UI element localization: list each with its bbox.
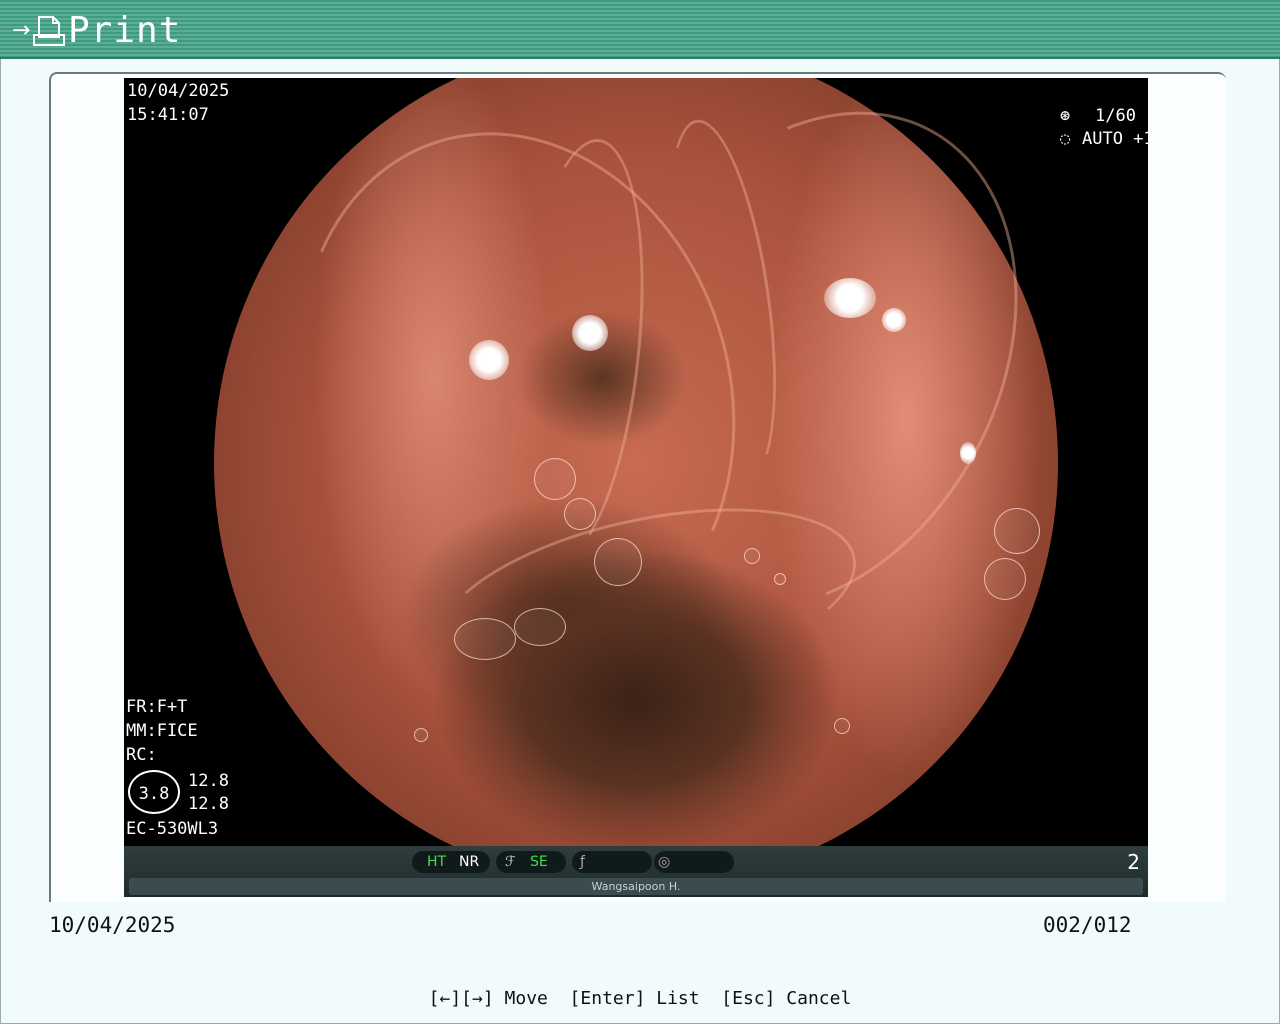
window-title: Print [68,10,182,51]
rc-setting: RC: [126,745,157,765]
value-bottom: 12.8 [188,794,229,814]
footer-date: 10/04/2025 [49,913,176,937]
curve-icon: ƒ [580,854,585,870]
image-date: 10/04/2025 [127,81,230,101]
iris-icon: ◌ [1060,129,1071,149]
mode-indicator: ◎ [654,851,734,873]
se-label: SE [530,854,548,870]
image-time: 15:41:07 [127,105,209,125]
image-status-bar: HT NR ℱ SE ƒ ◎ 2 Wangsaipoon H. [124,846,1148,897]
title-bar: → Print [0,0,1280,59]
se-indicator: ℱ SE [496,851,566,873]
image-number: 2 [1127,850,1140,874]
print-icon [33,16,65,46]
fr-setting: FR:F+T [126,697,188,717]
iris-mode: AUTO +1 [1082,129,1148,149]
structure-icon: ℱ [505,854,517,870]
shutter-speed: 1/60 [1095,106,1136,126]
curve-indicator: ƒ [572,851,652,873]
scope-model: EC-530WL3 [126,819,219,839]
value-top: 12.8 [188,771,229,791]
page-counter: 002/012 [1043,913,1132,937]
shutter-icon: ⊛ [1060,106,1071,126]
ring-value: 3.8 [128,770,180,814]
ht-label: HT [427,854,447,870]
endoscopy-image: 10/04/2025 15:41:07 ⊛ 1/60 ◌ AUTO +1 FR:… [124,78,1148,846]
mm-setting: MM:FICE [126,721,198,741]
arrow-right-icon: → [12,18,31,43]
ht-nr-indicator: HT NR [412,851,490,873]
mode-icon: ◎ [658,854,671,870]
scope-view [214,78,1101,846]
nr-label: NR [459,854,480,870]
keyboard-help: [←][→] Move [Enter] List [Esc] Cancel [428,988,852,1009]
patient-name: Wangsaipoon H. [129,878,1143,895]
